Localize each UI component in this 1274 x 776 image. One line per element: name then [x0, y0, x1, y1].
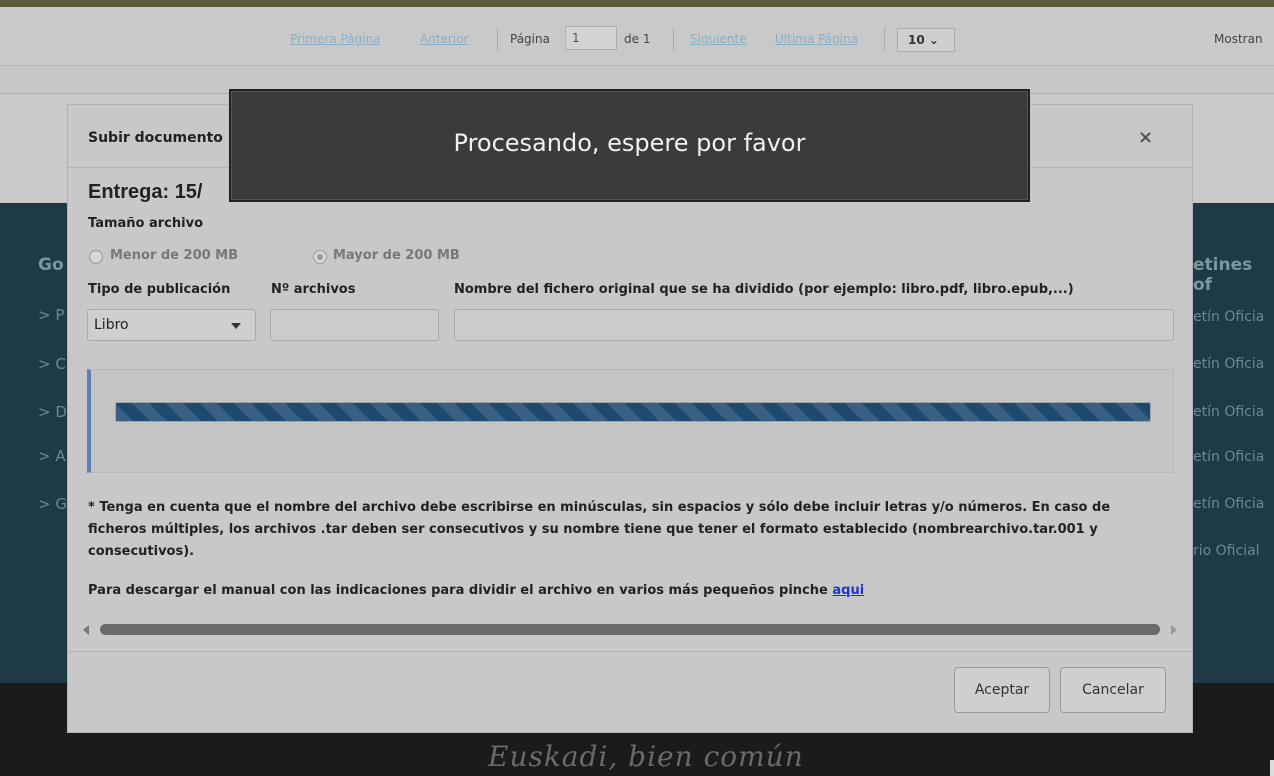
first-page-link[interactable]: Primera Página: [290, 32, 380, 46]
prev-page-link[interactable]: Anterior: [420, 32, 468, 46]
publication-type-label: Tipo de publicación: [88, 282, 231, 297]
pager-separator: [673, 28, 674, 50]
cancel-button[interactable]: Cancelar: [1060, 667, 1166, 713]
right-link[interactable]: etín Oficia: [1193, 449, 1264, 465]
caret-down-icon: [231, 323, 241, 329]
scroll-left-icon[interactable]: [83, 625, 89, 635]
dialog-title: Subir documento: [88, 130, 223, 146]
dialog-footer-divider: [68, 651, 1192, 652]
filename-note: * Tenga en cuenta que el nombre del arch…: [88, 500, 1111, 559]
file-count-input[interactable]: [270, 309, 439, 341]
original-filename-input[interactable]: [454, 309, 1174, 341]
chevron-down-icon: ⌄: [928, 33, 939, 47]
page-total: de 1: [624, 32, 651, 46]
pager-separator: [497, 28, 498, 50]
showing-text: Mostran: [1214, 32, 1263, 46]
size-under-200-radio[interactable]: [89, 250, 103, 264]
manual-download-link[interactable]: aqui: [832, 583, 864, 598]
accept-button[interactable]: Aceptar: [954, 667, 1050, 713]
processing-overlay: Procesando, espere por favor: [229, 89, 1030, 202]
pager-separator: [884, 28, 885, 50]
left-link[interactable]: > G: [38, 495, 67, 513]
close-icon[interactable]: ×: [1138, 127, 1153, 148]
size-over-200-radio[interactable]: [313, 250, 327, 264]
left-link[interactable]: > P: [38, 306, 64, 324]
original-filename-label: Nombre del fichero original que se ha di…: [454, 282, 1074, 297]
processing-message: Procesando, espere por favor: [453, 129, 806, 157]
size-under-200-label: Menor de 200 MB: [110, 248, 239, 263]
size-over-200-label: Mayor de 200 MB: [333, 248, 460, 263]
next-page-link[interactable]: Siguiente: [690, 32, 747, 46]
scrollbar-thumb[interactable]: [100, 624, 1160, 635]
pagination-bar: Primera Página Anterior Página 1 de 1 Si…: [0, 7, 1274, 65]
scroll-right-icon[interactable]: [1171, 625, 1177, 635]
right-link[interactable]: etín Oficia: [1193, 404, 1264, 420]
upload-progress-fill: [116, 403, 1150, 421]
right-section-heading: etines of: [1193, 255, 1253, 295]
right-link[interactable]: etín Oficia: [1193, 356, 1264, 372]
per-page-value: 10: [908, 33, 925, 47]
upload-progress-bar: [115, 402, 1151, 422]
publication-type-select[interactable]: Libro: [87, 309, 256, 341]
horizontal-scrollbar[interactable]: [83, 622, 1178, 640]
last-page-link[interactable]: Última Página: [775, 32, 858, 46]
page-number-input[interactable]: 1: [565, 26, 617, 50]
top-strip: [0, 0, 1274, 7]
publication-type-value: Libro: [94, 317, 129, 333]
right-link[interactable]: rio Oficial: [1193, 543, 1260, 559]
left-link[interactable]: > A: [38, 447, 66, 465]
manual-instructions: Para descargar el manual con las indicac…: [88, 583, 864, 598]
page-label: Página: [510, 32, 550, 46]
left-link[interactable]: > D: [38, 403, 67, 421]
upload-progress-panel: [87, 369, 1174, 473]
right-link[interactable]: etín Oficia: [1193, 309, 1264, 325]
manual-text: Para descargar el manual con las indicac…: [88, 583, 828, 598]
left-section-heading: Go: [38, 255, 64, 275]
right-link[interactable]: etín Oficia: [1193, 496, 1264, 512]
file-count-label: Nº archivos: [271, 282, 356, 297]
left-link[interactable]: > C: [38, 355, 66, 373]
footer-slogan: Euskadi, bien común: [488, 740, 804, 773]
per-page-select[interactable]: 10 ⌄: [897, 28, 955, 52]
window-edge: [1270, 760, 1274, 776]
delivery-heading: Entrega: 15/: [88, 181, 203, 203]
file-size-label: Tamaño archivo: [88, 216, 204, 231]
